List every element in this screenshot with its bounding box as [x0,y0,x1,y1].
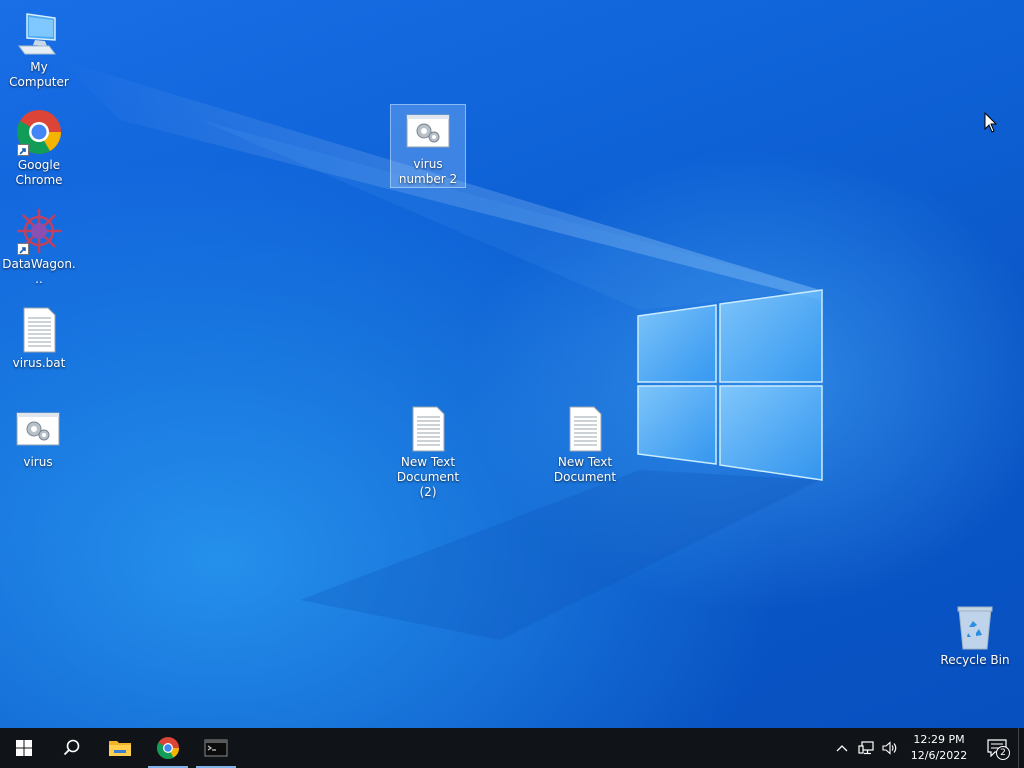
start-button[interactable] [0,728,48,768]
desktop-icon-recycle-bin[interactable]: Recycle Bin [937,601,1013,672]
taskbar-chrome[interactable] [144,728,192,768]
desktop-icon-label: Recycle Bin [940,653,1010,667]
desktop-icon-datawagon[interactable]: DataWagon... [1,205,77,291]
text-file-icon [561,405,609,453]
desktop-icon-label: New Text Document (2) [396,455,460,499]
taskbar-file-explorer[interactable] [96,728,144,768]
desktop[interactable]: My Computer Google Chrome DataWagon... v… [0,0,1024,728]
shortcut-arrow-icon [17,144,29,156]
wallpaper-light-beams [60,60,820,640]
desktop-icon-label: virus [23,455,53,469]
desktop-icon-label: My Computer [9,60,69,89]
network-icon [858,741,874,755]
desktop-icon-label: DataWagon... [2,257,76,286]
start-icon [16,740,32,756]
notification-count-badge: 2 [996,746,1010,760]
shortcut-arrow-icon [17,243,29,255]
desktop-icon-label: Google Chrome [15,158,63,187]
taskbar: 12:29 PM 12/6/2022 2 [0,728,1024,768]
desktop-icon-label: New Text Document [553,455,617,484]
recycle-bin-icon [951,603,999,651]
show-desktop-button[interactable] [1018,728,1024,768]
search-icon [63,739,80,756]
desktop-icon-new-text-document-2[interactable]: New Text Document (2) [390,403,466,504]
clock-date: 12/6/2022 [910,749,968,762]
chrome-icon [157,737,179,759]
computer-icon [15,10,63,58]
desktop-icon-label: virus.bat [12,356,66,370]
text-file-icon [15,306,63,354]
desktop-icon-virus-number-2[interactable]: virus number 2 [390,104,466,188]
executable-icon [14,405,62,453]
terminal-icon [204,739,228,757]
volume-button[interactable] [878,728,902,768]
desktop-icon-label: virus number 2 [398,157,458,186]
speaker-icon [882,741,897,755]
desktop-icon-my-computer[interactable]: My Computer [1,8,77,94]
file-explorer-icon [109,741,131,756]
chrome-icon [15,108,63,156]
clock-time: 12:29 PM [913,733,965,746]
taskbar-terminal[interactable] [192,728,240,768]
network-button[interactable] [854,728,878,768]
desktop-icon-virus-bat[interactable]: virus.bat [1,304,77,375]
show-hidden-icons-button[interactable] [830,728,854,768]
taskbar-clock[interactable]: 12:29 PM 12/6/2022 [902,732,976,764]
action-center-button[interactable]: 2 [976,728,1018,768]
datawagon-icon [15,207,63,255]
mouse-pointer-icon [984,112,998,133]
chevron-up-icon [836,745,848,752]
executable-icon [404,107,452,155]
search-button[interactable] [48,728,96,768]
windows-logo-wallpaper [637,289,823,481]
system-tray: 12:29 PM 12/6/2022 2 [830,728,1024,768]
desktop-icon-virus[interactable]: virus [0,403,76,474]
desktop-icon-new-text-document[interactable]: New Text Document [547,403,623,489]
desktop-icon-google-chrome[interactable]: Google Chrome [1,106,77,192]
text-file-icon [404,405,452,453]
